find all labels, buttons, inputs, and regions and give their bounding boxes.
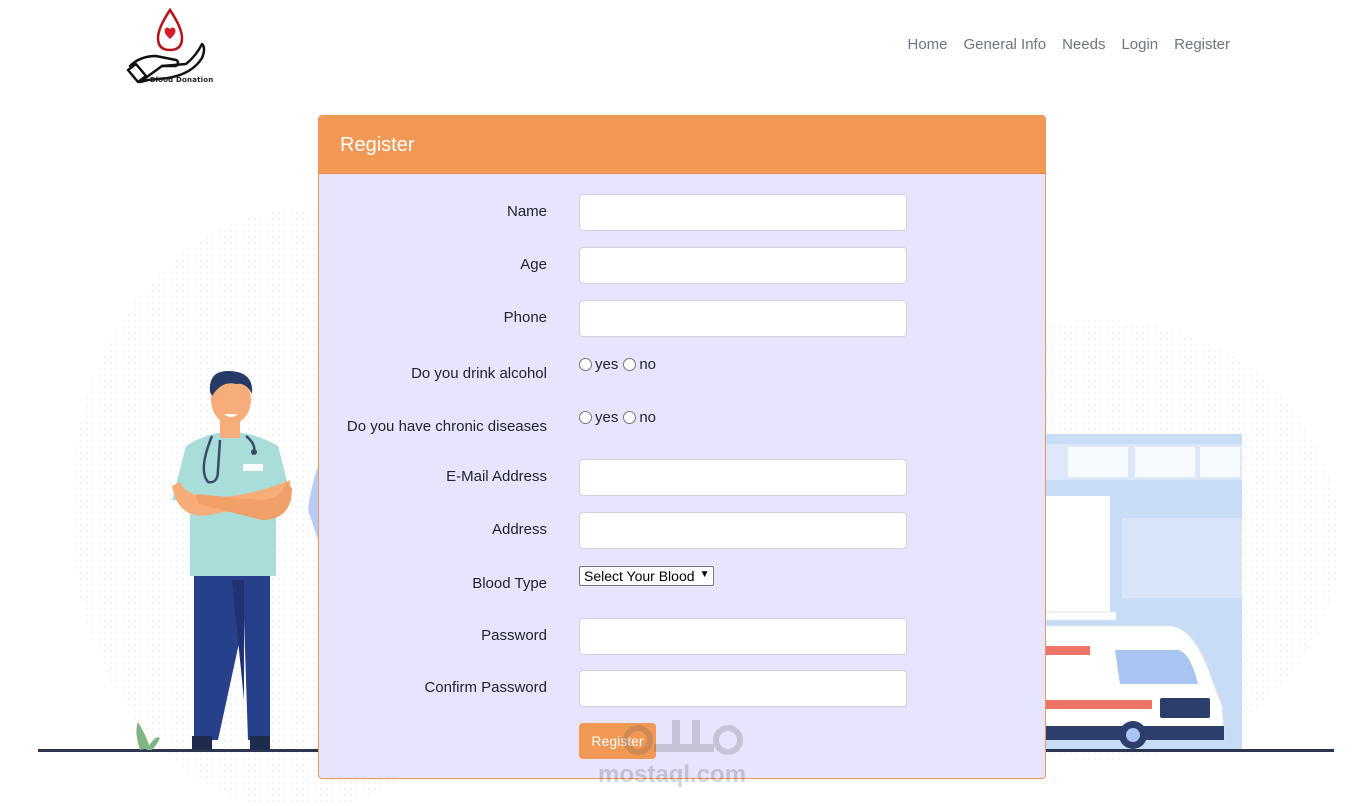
chronic-radio-group: yes no <box>579 409 658 426</box>
chronic-row: Do you have chronic diseases yes no <box>319 409 1045 447</box>
alcohol-no-radio[interactable] <box>623 358 637 371</box>
password-row: Password <box>319 618 1045 656</box>
card-title: Register <box>319 116 1045 174</box>
email-input[interactable] <box>579 459 907 496</box>
alcohol-no-label: no <box>639 356 657 373</box>
age-row: Age <box>319 247 1045 285</box>
password-label: Password <box>481 627 547 644</box>
nav-login[interactable]: Login <box>1121 36 1158 53</box>
email-label: E-Mail Address <box>446 468 547 485</box>
alcohol-yes-label: yes <box>595 356 619 373</box>
blood-drop-hand-icon[interactable] <box>126 8 208 86</box>
alcohol-label: Do you drink alcohol <box>411 365 547 382</box>
confirm-password-label: Confirm Password <box>424 679 547 696</box>
chronic-yes-radio[interactable] <box>579 411 592 424</box>
name-label: Name <box>506 203 547 220</box>
chronic-no-radio[interactable] <box>623 411 637 424</box>
address-input[interactable] <box>579 512 907 549</box>
chevron-down-icon: ▼ <box>699 569 710 580</box>
phone-label: Phone <box>503 309 547 326</box>
password-input[interactable] <box>579 618 907 655</box>
name-row: Name <box>319 194 1045 232</box>
main-nav: Home General Info Needs Login Register <box>908 36 1231 53</box>
blood-type-selected: Select Your Blood <box>584 568 695 584</box>
blood-type-label: Blood Type <box>472 575 547 592</box>
watermark-logo: mostaql.com <box>598 720 746 788</box>
alcohol-radio-group: yes no <box>579 356 658 373</box>
register-card: Register Name Age Phone Do you drink alc… <box>318 115 1046 779</box>
alcohol-yes-radio[interactable] <box>579 358 592 371</box>
alcohol-row: Do you drink alcohol yes no <box>319 356 1045 394</box>
phone-row: Phone <box>319 300 1045 338</box>
age-input[interactable] <box>579 247 907 284</box>
email-row: E-Mail Address <box>319 459 1045 497</box>
chronic-label: Do you have chronic diseases <box>346 418 547 435</box>
age-label: Age <box>520 256 547 273</box>
chronic-yes-label: yes <box>595 409 619 426</box>
chronic-no-label: no <box>639 409 657 426</box>
nav-needs[interactable]: Needs <box>1062 36 1105 53</box>
name-input[interactable] <box>579 194 907 231</box>
address-label: Address <box>491 521 547 538</box>
address-row: Address <box>319 512 1045 550</box>
logo-text: Blood Donation <box>150 76 214 84</box>
phone-input[interactable] <box>579 300 907 337</box>
nav-register[interactable]: Register <box>1174 36 1230 53</box>
blood-type-select[interactable]: Select Your Blood ▼ <box>579 566 714 586</box>
nav-general-info[interactable]: General Info <box>964 36 1047 53</box>
nav-home[interactable]: Home <box>908 36 948 53</box>
blood-type-row: Blood Type Select Your Blood ▼ <box>319 566 1045 606</box>
watermark-text: mostaql.com <box>598 761 746 788</box>
